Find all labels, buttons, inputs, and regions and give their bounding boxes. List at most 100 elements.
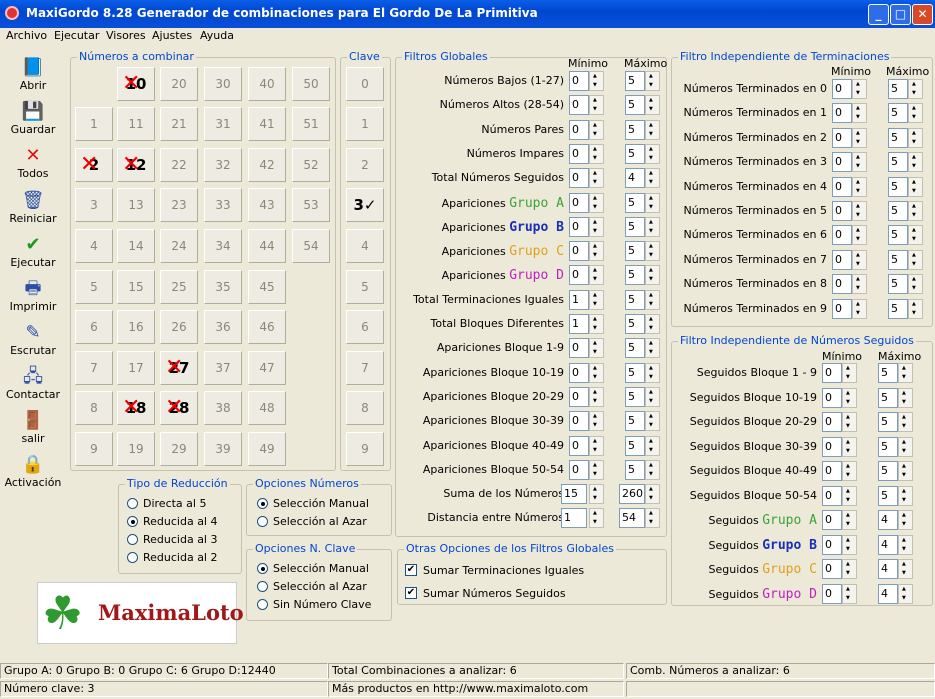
number-button-39[interactable]: 39: [204, 432, 242, 466]
seguidos-max-input[interactable]: 4: [878, 583, 898, 604]
spin-arrows-icon[interactable]: [898, 510, 913, 530]
filtros-min-input[interactable]: 15: [561, 484, 587, 505]
spin-arrows-icon[interactable]: [852, 79, 867, 99]
filtros-min-input[interactable]: 0: [569, 143, 589, 164]
spin-arrows-icon[interactable]: [898, 412, 913, 432]
number-button-35[interactable]: 35: [204, 270, 242, 304]
spin-arrows-icon[interactable]: [589, 265, 604, 286]
opcClave-radio-2[interactable]: [257, 599, 268, 610]
spin-arrows-icon[interactable]: [645, 411, 660, 432]
other-option-checkbox-0[interactable]: ✔: [405, 564, 417, 576]
spin-arrows-icon[interactable]: [645, 484, 660, 505]
spin-arrows-icon[interactable]: [842, 510, 857, 530]
clave-button-0[interactable]: 0: [346, 67, 384, 101]
spin-arrows-icon[interactable]: [589, 435, 604, 456]
menu-visores[interactable]: Visores: [106, 29, 146, 42]
terminaciones-min-input[interactable]: 0: [832, 249, 852, 270]
number-button-41[interactable]: 41: [248, 107, 286, 141]
terminaciones-min-input[interactable]: 0: [832, 152, 852, 173]
close-button[interactable]: ✕: [912, 4, 933, 25]
spin-arrows-icon[interactable]: [908, 298, 923, 319]
spin-arrows-icon[interactable]: [645, 168, 660, 189]
filtros-min-input[interactable]: 1: [569, 289, 589, 310]
filtros-max-input[interactable]: 5: [625, 95, 645, 116]
reduccion-radio-2[interactable]: [127, 534, 138, 545]
spin-arrows-icon[interactable]: [645, 459, 660, 480]
filtros-max-input[interactable]: 4: [625, 168, 645, 189]
number-button-13[interactable]: 13: [117, 188, 155, 222]
number-button-37[interactable]: 37: [204, 351, 242, 385]
reduccion-radio-0[interactable]: [127, 498, 138, 509]
clave-button-2[interactable]: 2: [346, 148, 384, 182]
other-option-checkbox-1[interactable]: ✔: [405, 587, 417, 599]
terminaciones-max-input[interactable]: 5: [888, 176, 908, 197]
seguidos-min-input[interactable]: 0: [822, 412, 842, 432]
seguidos-min-input[interactable]: 0: [822, 583, 842, 604]
number-button-34[interactable]: 34: [204, 229, 242, 263]
spin-arrows-icon[interactable]: [589, 241, 604, 262]
number-button-44[interactable]: 44: [248, 229, 286, 263]
spin-arrows-icon[interactable]: [645, 265, 660, 286]
number-button-9[interactable]: 9: [75, 432, 113, 466]
spin-arrows-icon[interactable]: [589, 386, 604, 407]
number-button-24[interactable]: 24: [160, 229, 198, 263]
number-button-21[interactable]: 21: [160, 107, 198, 141]
seguidos-max-input[interactable]: 5: [878, 387, 898, 408]
opcClave-radio-1[interactable]: [257, 581, 268, 592]
spin-arrows-icon[interactable]: [589, 459, 604, 480]
terminaciones-min-input[interactable]: 0: [832, 103, 852, 124]
number-button-22[interactable]: 22: [160, 148, 198, 182]
seguidos-max-input[interactable]: 5: [878, 412, 898, 432]
number-button-14[interactable]: 14: [117, 229, 155, 263]
filtros-min-input[interactable]: 0: [569, 71, 589, 91]
filtros-min-input[interactable]: 0: [569, 459, 589, 480]
number-button-20[interactable]: 20: [160, 67, 198, 101]
spin-arrows-icon[interactable]: [645, 143, 660, 164]
filtros-max-input[interactable]: 5: [625, 338, 645, 359]
number-button-31[interactable]: 31: [204, 107, 242, 141]
seguidos-min-input[interactable]: 0: [822, 485, 842, 506]
number-button-25[interactable]: 25: [160, 270, 198, 304]
spin-arrows-icon[interactable]: [842, 559, 857, 579]
number-button-33[interactable]: 33: [204, 188, 242, 222]
filtros-min-input[interactable]: 0: [569, 265, 589, 286]
spin-arrows-icon[interactable]: [852, 103, 867, 124]
terminaciones-min-input[interactable]: 0: [832, 298, 852, 319]
spin-arrows-icon[interactable]: [842, 363, 857, 383]
filtros-max-input[interactable]: 5: [625, 362, 645, 383]
number-button-17[interactable]: 17: [117, 351, 155, 385]
spin-arrows-icon[interactable]: [645, 241, 660, 262]
spin-arrows-icon[interactable]: [589, 314, 604, 334]
filtros-max-input[interactable]: 54: [619, 508, 645, 529]
filtros-min-input[interactable]: 0: [569, 119, 589, 140]
spin-arrows-icon[interactable]: [645, 338, 660, 359]
seguidos-min-input[interactable]: 0: [822, 436, 842, 457]
number-button-15[interactable]: 15: [117, 270, 155, 304]
number-button-16[interactable]: 16: [117, 310, 155, 344]
number-button-6[interactable]: 6: [75, 310, 113, 344]
terminaciones-max-input[interactable]: 5: [888, 225, 908, 246]
spin-arrows-icon[interactable]: [898, 387, 913, 408]
clave-button-7[interactable]: 7: [346, 351, 384, 385]
terminaciones-max-input[interactable]: 5: [888, 103, 908, 124]
number-button-5[interactable]: 5: [75, 270, 113, 304]
seguidos-min-input[interactable]: 0: [822, 363, 842, 383]
number-button-36[interactable]: 36: [204, 310, 242, 344]
spin-arrows-icon[interactable]: [589, 143, 604, 164]
number-button-51[interactable]: 51: [292, 107, 330, 141]
filtros-min-input[interactable]: 0: [569, 338, 589, 359]
seguidos-min-input[interactable]: 0: [822, 559, 842, 579]
menu-ajustes[interactable]: Ajustes: [152, 29, 192, 42]
toolbar-contactar-button[interactable]: 🖧 Contactar: [0, 366, 66, 401]
number-button-49[interactable]: 49: [248, 432, 286, 466]
number-button-43[interactable]: 43: [248, 188, 286, 222]
filtros-max-input[interactable]: 5: [625, 314, 645, 334]
spin-arrows-icon[interactable]: [842, 583, 857, 604]
seguidos-max-input[interactable]: 5: [878, 485, 898, 506]
spin-arrows-icon[interactable]: [589, 362, 604, 383]
spin-arrows-icon[interactable]: [842, 436, 857, 457]
reduccion-radio-3[interactable]: [127, 552, 138, 563]
number-button-7[interactable]: 7: [75, 351, 113, 385]
spin-arrows-icon[interactable]: [842, 534, 857, 555]
filtros-max-input[interactable]: 5: [625, 241, 645, 262]
